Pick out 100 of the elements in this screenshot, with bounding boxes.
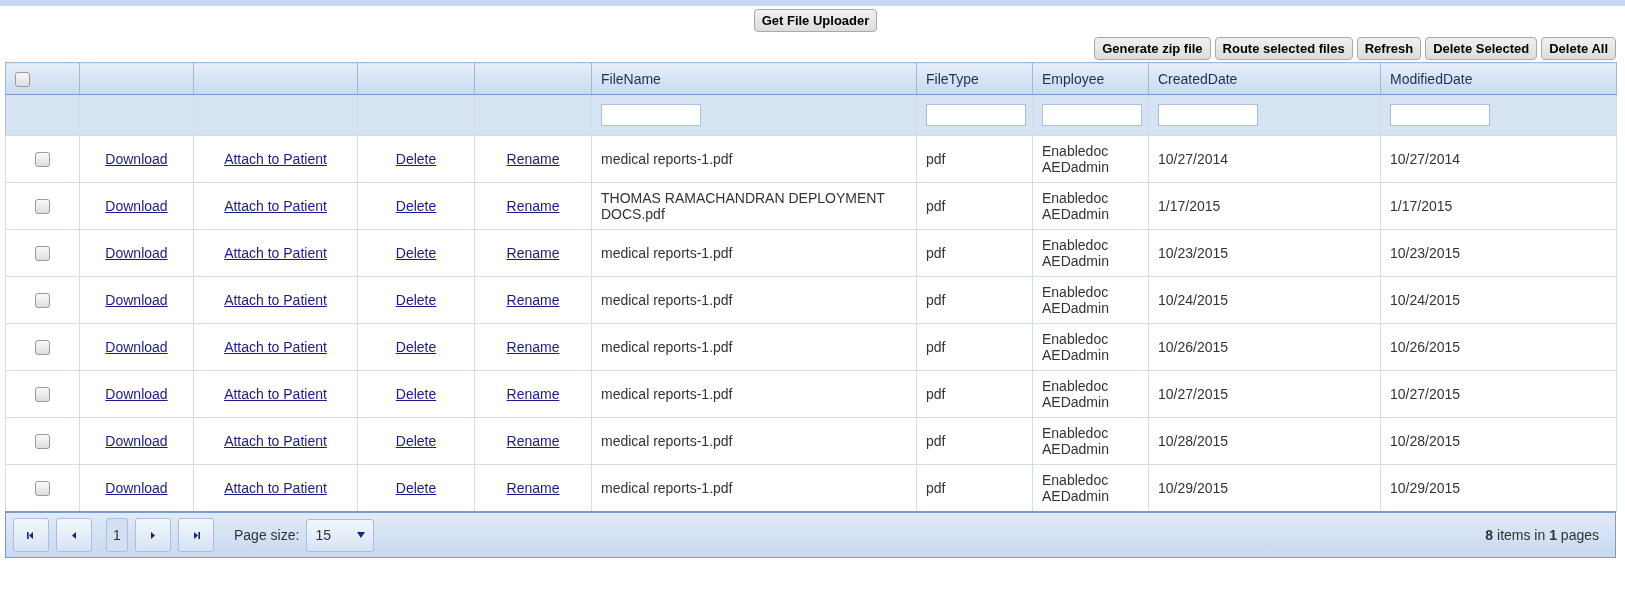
row-link[interactable]: Download	[105, 433, 168, 449]
table-cell: 10/26/2015	[1390, 339, 1461, 355]
table-cell: Enabledoc AEDadmin	[1042, 425, 1109, 457]
column-header[interactable]: CreatedDate	[1158, 70, 1238, 87]
caret-icon	[357, 532, 366, 538]
table-cell: pdf	[926, 386, 946, 402]
row-link[interactable]: Download	[105, 198, 168, 214]
page-number-button[interactable]: 1	[106, 518, 128, 552]
row-link[interactable]: Delete	[395, 339, 437, 355]
prev-page-icon	[69, 530, 79, 540]
table-cell: 10/27/2014	[1158, 151, 1229, 167]
table-cell: medical reports-1.pdf	[601, 245, 733, 261]
last-page-icon	[191, 530, 201, 540]
row-link[interactable]: Rename	[506, 480, 560, 496]
filter-field[interactable]	[1042, 104, 1142, 126]
row-link[interactable]: Delete	[395, 198, 437, 214]
row-link[interactable]: Rename	[506, 433, 560, 449]
row-checkbox[interactable]	[35, 434, 50, 450]
table-cell: 10/28/2015	[1390, 433, 1461, 449]
table-cell: Enabledoc AEDadmin	[1042, 143, 1109, 175]
row-link[interactable]: Rename	[506, 292, 560, 308]
table-cell: pdf	[926, 198, 946, 214]
toolbar-button[interactable]: Refresh	[1356, 37, 1422, 60]
row-link[interactable]: Delete	[395, 292, 437, 308]
table-cell: 10/23/2015	[1158, 245, 1229, 261]
table-cell: 10/27/2014	[1390, 151, 1461, 167]
table-cell: pdf	[926, 245, 946, 261]
row-checkbox[interactable]	[35, 387, 50, 403]
row-link[interactable]: Download	[105, 339, 168, 355]
table-cell: 10/26/2015	[1158, 339, 1229, 355]
table-cell: 10/24/2015	[1158, 292, 1229, 308]
row-link[interactable]: Rename	[506, 198, 560, 214]
filter-field[interactable]	[601, 104, 701, 126]
table-cell: Enabledoc AEDadmin	[1042, 190, 1109, 222]
filter-field[interactable]	[926, 104, 1026, 126]
row-checkbox[interactable]	[35, 481, 50, 497]
get-file-uploader-button[interactable]: Get File Uploader	[753, 9, 878, 32]
first-page-icon	[26, 530, 36, 540]
toolbar-button[interactable]: Delete All	[1541, 37, 1616, 60]
select-all-checkbox[interactable]	[15, 71, 30, 87]
table-cell: medical reports-1.pdf	[601, 151, 733, 167]
pager-summary: 8 items in 1 pages	[1485, 527, 1599, 543]
row-link[interactable]: Download	[105, 386, 168, 402]
row-link[interactable]: Delete	[395, 386, 437, 402]
table-cell: 1/17/2015	[1390, 198, 1453, 214]
row-link[interactable]: Delete	[395, 245, 437, 261]
toolbar-button[interactable]: Route selected files	[1214, 37, 1353, 60]
table-cell: THOMAS RAMACHANDRAN DEPLOYMENT DOCS.pdf	[601, 190, 885, 222]
row-link[interactable]: Rename	[506, 151, 560, 167]
table-cell: Enabledoc AEDadmin	[1042, 378, 1109, 410]
table-cell: Enabledoc AEDadmin	[1042, 237, 1109, 269]
row-checkbox[interactable]	[35, 246, 50, 262]
row-link[interactable]: Delete	[395, 433, 437, 449]
row-checkbox[interactable]	[35, 340, 50, 356]
row-link[interactable]: Delete	[395, 151, 437, 167]
row-checkbox[interactable]	[35, 152, 50, 168]
table-cell: Enabledoc AEDadmin	[1042, 284, 1109, 316]
table-cell: medical reports-1.pdf	[601, 480, 733, 496]
table-cell: pdf	[926, 339, 946, 355]
toolbar-button[interactable]: Generate zip file	[1094, 37, 1211, 60]
row-link[interactable]: Download	[105, 292, 168, 308]
toolbar-button[interactable]: Delete Selected	[1425, 37, 1538, 60]
page-size-dropdown[interactable]: 15	[306, 518, 375, 552]
filter-field[interactable]	[1390, 104, 1490, 126]
prev-page-button[interactable]	[56, 518, 92, 552]
page-size-label: Page size:	[234, 527, 300, 543]
table-cell: 10/27/2015	[1158, 386, 1229, 402]
last-page-button[interactable]	[178, 518, 214, 552]
column-header[interactable]: FileName	[601, 70, 661, 87]
filter-field[interactable]	[1158, 104, 1258, 126]
table-cell: 10/24/2015	[1390, 292, 1461, 308]
table-cell: medical reports-1.pdf	[601, 339, 733, 355]
row-link[interactable]: Download	[105, 151, 168, 167]
next-page-icon	[148, 530, 158, 540]
table-cell: 10/27/2015	[1390, 386, 1461, 402]
table-cell: pdf	[926, 151, 946, 167]
row-checkbox[interactable]	[35, 293, 50, 309]
table-cell: pdf	[926, 292, 946, 308]
table-cell: pdf	[926, 480, 946, 496]
table-cell: pdf	[926, 433, 946, 449]
table-cell: Enabledoc AEDadmin	[1042, 472, 1109, 504]
table-cell: 10/29/2015	[1158, 480, 1229, 496]
table-cell: medical reports-1.pdf	[601, 292, 733, 308]
table-cell: 10/23/2015	[1390, 245, 1461, 261]
column-header[interactable]: ModifiedDate	[1390, 70, 1473, 87]
table-cell: medical reports-1.pdf	[601, 433, 733, 449]
row-link[interactable]: Rename	[506, 339, 560, 355]
row-checkbox[interactable]	[35, 199, 50, 215]
table-cell: 10/28/2015	[1158, 433, 1229, 449]
table-cell: 10/29/2015	[1390, 480, 1461, 496]
row-link[interactable]: Delete	[395, 480, 437, 496]
row-link[interactable]: Download	[105, 245, 168, 261]
first-page-button[interactable]	[13, 518, 49, 552]
row-link[interactable]: Download	[105, 480, 168, 496]
next-page-button[interactable]	[135, 518, 171, 552]
table-cell: 1/17/2015	[1158, 198, 1221, 214]
row-link[interactable]: Rename	[506, 386, 560, 402]
row-link[interactable]: Rename	[506, 245, 560, 261]
table-cell: medical reports-1.pdf	[601, 386, 733, 402]
table-cell: Enabledoc AEDadmin	[1042, 331, 1109, 363]
